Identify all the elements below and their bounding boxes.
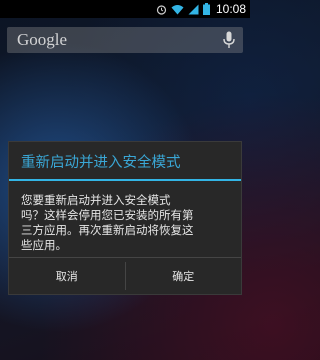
mic-icon[interactable] xyxy=(223,31,235,53)
search-placeholder: Google xyxy=(17,30,68,49)
ok-button[interactable]: 确定 xyxy=(126,258,242,294)
dialog-buttons: 取消 确定 xyxy=(9,258,241,294)
message-line: 三方应用。再次重新启动将恢复这 xyxy=(21,223,194,237)
status-time: 10:08 xyxy=(215,2,246,16)
title-divider xyxy=(9,179,241,181)
signal-icon xyxy=(188,4,199,15)
wifi-icon xyxy=(171,4,184,15)
status-icons: 10:08 xyxy=(156,0,246,18)
message-line: 些应用。 xyxy=(21,238,67,252)
cancel-button[interactable]: 取消 xyxy=(9,258,125,294)
status-bar: 10:08 xyxy=(0,0,250,18)
dialog-title: 重新启动并进入安全模式 xyxy=(21,155,181,171)
message-line: 吗？这样会停用您已安装的所有第 xyxy=(21,208,194,222)
battery-icon xyxy=(202,3,210,15)
dialog-message: 您要重新启动并进入安全模式 吗？这样会停用您已安装的所有第 三方应用。再次重新启… xyxy=(21,193,233,253)
safe-mode-dialog: 重新启动并进入安全模式 您要重新启动并进入安全模式 吗？这样会停用您已安装的所有… xyxy=(8,141,242,295)
google-search-bar[interactable]: Google xyxy=(7,27,243,53)
message-line: 您要重新启动并进入安全模式 xyxy=(21,193,171,207)
alarm-icon xyxy=(156,4,167,15)
